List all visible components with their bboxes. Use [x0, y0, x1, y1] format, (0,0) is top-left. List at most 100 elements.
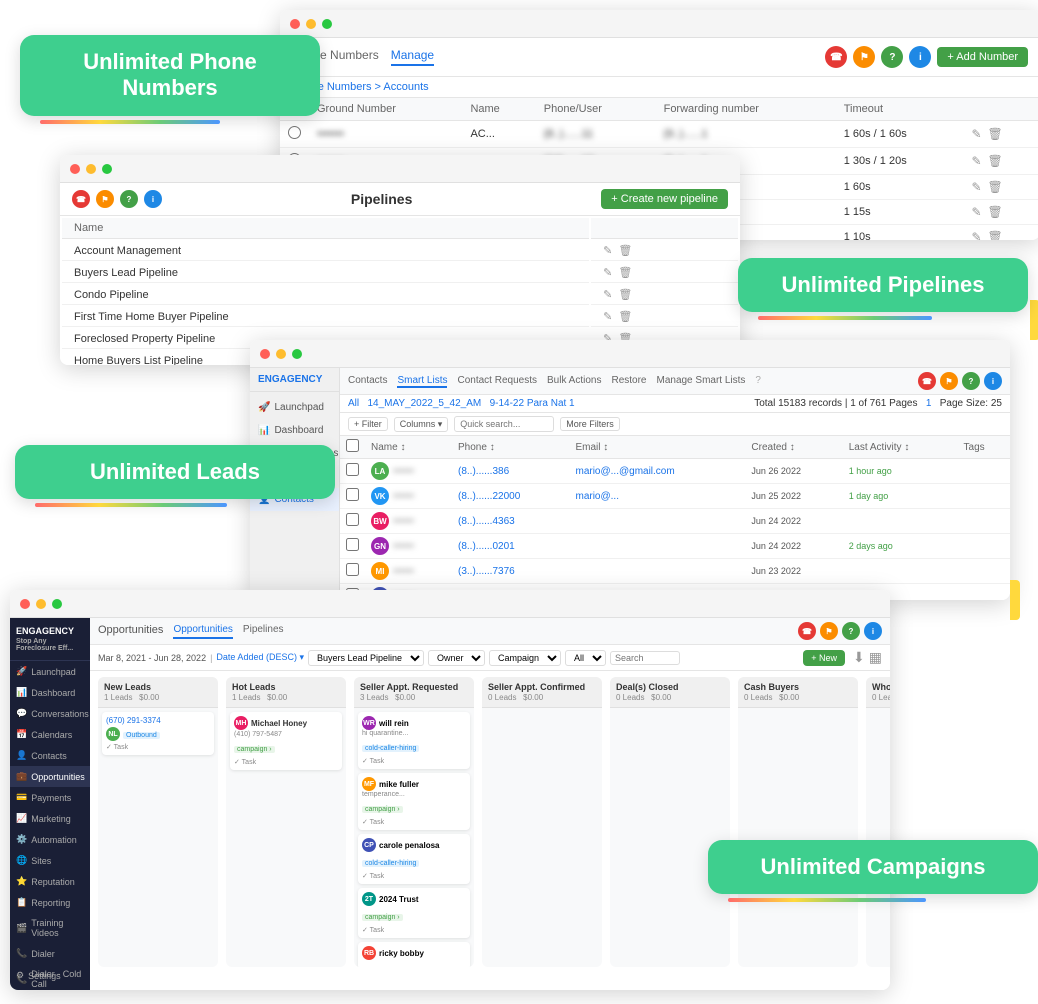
conversations-icon: 💬 [16, 708, 27, 719]
opp-sidebar: ENGAGENCY Stop Any Foreclosure Eff... 🚀 … [10, 618, 90, 990]
opp-filters: Mar 8, 2021 - Jun 28, 2022 | Date Added … [90, 645, 890, 671]
quick-search-input[interactable] [454, 416, 554, 432]
sidebar-item-payments[interactable]: 💳 Payments [10, 787, 90, 808]
date-added-label: Date Added (DESC) ▾ [216, 652, 304, 663]
sidebar-item-reputation[interactable]: ⭐ Reputation [10, 871, 90, 892]
pipelines-header-icons: ☎ ⚑ ? i [72, 190, 162, 208]
opp-header: Opportunities Opportunities Pipelines ☎ … [90, 618, 890, 645]
edit-icon[interactable]: ✎ [603, 310, 612, 323]
delete-icon[interactable]: 🗑 [618, 266, 632, 279]
new-opportunity-button[interactable]: + New [803, 650, 845, 666]
sidebar-item-dashboard[interactable]: 📊Dashboard [250, 419, 339, 442]
tab-smart-lists[interactable]: Smart Lists [397, 375, 447, 388]
forward-cell: (9..)......1 [656, 121, 836, 148]
row-checkbox[interactable] [346, 563, 359, 576]
edit-icon[interactable]: ✎ [971, 205, 981, 219]
row-checkbox[interactable] [346, 488, 359, 501]
sidebar-item-sites[interactable]: 🌐 Sites [10, 850, 90, 871]
view-toggle-icon[interactable]: ▦ [869, 649, 882, 666]
sidebar-item-calendars[interactable]: 📅 Calendars [10, 724, 90, 745]
edit-icon[interactable]: ✎ [603, 288, 612, 301]
tab-manage-smart-lists[interactable]: Manage Smart Lists [656, 375, 745, 388]
sidebar-item-settings[interactable]: ⚙ Settings [10, 965, 67, 986]
tab-bulk-actions[interactable]: Bulk Actions [547, 375, 601, 388]
sidebar-item-dashboard[interactable]: 📊 Dashboard [10, 682, 90, 703]
sidebar-item-marketing[interactable]: 📈 Marketing [10, 808, 90, 829]
minimize-dot [276, 349, 286, 359]
row-checkbox[interactable] [346, 513, 359, 526]
sidebar-item-contacts[interactable]: 👤 Contacts [10, 745, 90, 766]
delete-icon[interactable]: 🗑 [988, 154, 1003, 168]
delete-icon[interactable]: 🗑 [618, 244, 632, 257]
icon-orange: ⚑ [96, 190, 114, 208]
sidebar-item-launchpad[interactable]: 🚀Launchpad [250, 396, 339, 419]
sidebar-item-conversations[interactable]: 💬 Conversations [10, 703, 90, 724]
pipeline-filter[interactable]: Buyers Lead Pipeline [308, 650, 424, 666]
tab-contact-requests[interactable]: Contact Requests [457, 375, 537, 388]
delete-icon[interactable]: 🗑 [988, 127, 1003, 141]
close-dot [20, 599, 30, 609]
tab-manage[interactable]: Manage [391, 48, 434, 66]
edit-icon[interactable]: ✎ [603, 266, 612, 279]
edit-icon[interactable]: ✎ [603, 244, 612, 257]
table-row: First Time Home Buyer Pipeline ✎ 🗑 [62, 307, 738, 327]
bubble-campaigns-text: Unlimited Campaigns [761, 854, 986, 879]
contacts-filter-row: All 14_MAY_2022_5_42_AM 9-14-22 Para Nat… [340, 395, 1010, 413]
pipelines-content: ☎ ⚑ ? i Pipelines + Create new pipeline … [60, 183, 740, 365]
action-icons: ✎🗑 [971, 154, 1032, 168]
row-checkbox[interactable] [346, 463, 359, 476]
avatar: MI [371, 562, 389, 580]
delete-icon[interactable]: 🗑 [988, 230, 1003, 240]
edit-icon[interactable]: ✎ [971, 127, 981, 141]
card-badge-row: NL Outbound [106, 727, 210, 741]
opp-tabs: Opportunities Opportunities Pipelines [98, 624, 284, 639]
opp-sub-text: Stop Any Foreclosure Eff... [16, 638, 84, 652]
col-actions-1 [963, 98, 1038, 121]
row-checkbox-cell [340, 509, 365, 534]
bubble-pipelines: Unlimited Pipelines [738, 258, 1028, 312]
download-icon[interactable]: ⬇ [853, 649, 865, 666]
kanban-col-hot-leads: Hot Leads 1 Leads $0.00 MH Michael Honey… [226, 677, 346, 967]
engagency-logo: ENGAGENCY [250, 368, 339, 392]
delete-icon[interactable]: 🗑 [988, 180, 1003, 194]
tab-pipelines[interactable]: Pipelines [243, 624, 284, 639]
more-filters-btn[interactable]: More Filters [560, 417, 620, 431]
maximize-dot [322, 19, 332, 29]
edit-icon[interactable]: ✎ [971, 154, 981, 168]
opp-logo-text: ENGAGENCY [16, 626, 84, 636]
create-pipeline-button[interactable]: + Create new pipeline [601, 189, 728, 209]
automation-icon: ⚙️ [16, 834, 27, 845]
sidebar-item-launchpad[interactable]: 🚀 Launchpad [10, 661, 90, 682]
columns-btn[interactable]: Columns ▾ [394, 417, 449, 432]
sidebar-item-reporting[interactable]: 📋 Reporting [10, 892, 90, 913]
campaign-filter[interactable]: Campaign [489, 650, 561, 666]
name-cell: MI •••••• [365, 559, 452, 584]
row-radio[interactable] [288, 126, 301, 139]
col-meta: 1 Leads $0.00 [104, 693, 212, 702]
sidebar-item-automation[interactable]: ⚙️ Automation [10, 829, 90, 850]
opp-search-input[interactable] [610, 651, 680, 665]
edit-icon[interactable]: ✎ [971, 230, 981, 240]
row-checkbox[interactable] [346, 538, 359, 551]
edit-icon[interactable]: ✎ [971, 180, 981, 194]
kanban-col-cash-buyers: Cash Buyers 0 Leads $0.00 [738, 677, 858, 967]
tab-opportunities[interactable]: Opportunities [173, 624, 232, 639]
filter-btn[interactable]: + Filter [348, 417, 388, 431]
card-name: Michael Honey [251, 719, 307, 728]
avatar: LA [371, 462, 389, 480]
all-filter[interactable]: All [565, 650, 606, 666]
card-name: mike fuller [379, 780, 419, 789]
tab-contacts[interactable]: Contacts [348, 375, 387, 388]
delete-icon[interactable]: 🗑 [618, 310, 632, 323]
icon-blue: i [909, 46, 931, 68]
owner-filter[interactable]: Owner [428, 650, 485, 666]
sidebar-item-opportunities[interactable]: 💼 Opportunities [10, 766, 90, 787]
tab-restore[interactable]: Restore [611, 375, 646, 388]
sidebar-item-training-videos[interactable]: 🎬 Training Videos [10, 913, 90, 943]
select-all-checkbox[interactable] [346, 439, 359, 452]
sidebar-item-dialer[interactable]: 📞 Dialer [10, 943, 90, 964]
timeout-cell: 1 15s [836, 200, 964, 225]
delete-icon[interactable]: 🗑 [618, 288, 632, 301]
delete-icon[interactable]: 🗑 [988, 205, 1003, 219]
add-number-button[interactable]: + Add Number [937, 47, 1028, 67]
